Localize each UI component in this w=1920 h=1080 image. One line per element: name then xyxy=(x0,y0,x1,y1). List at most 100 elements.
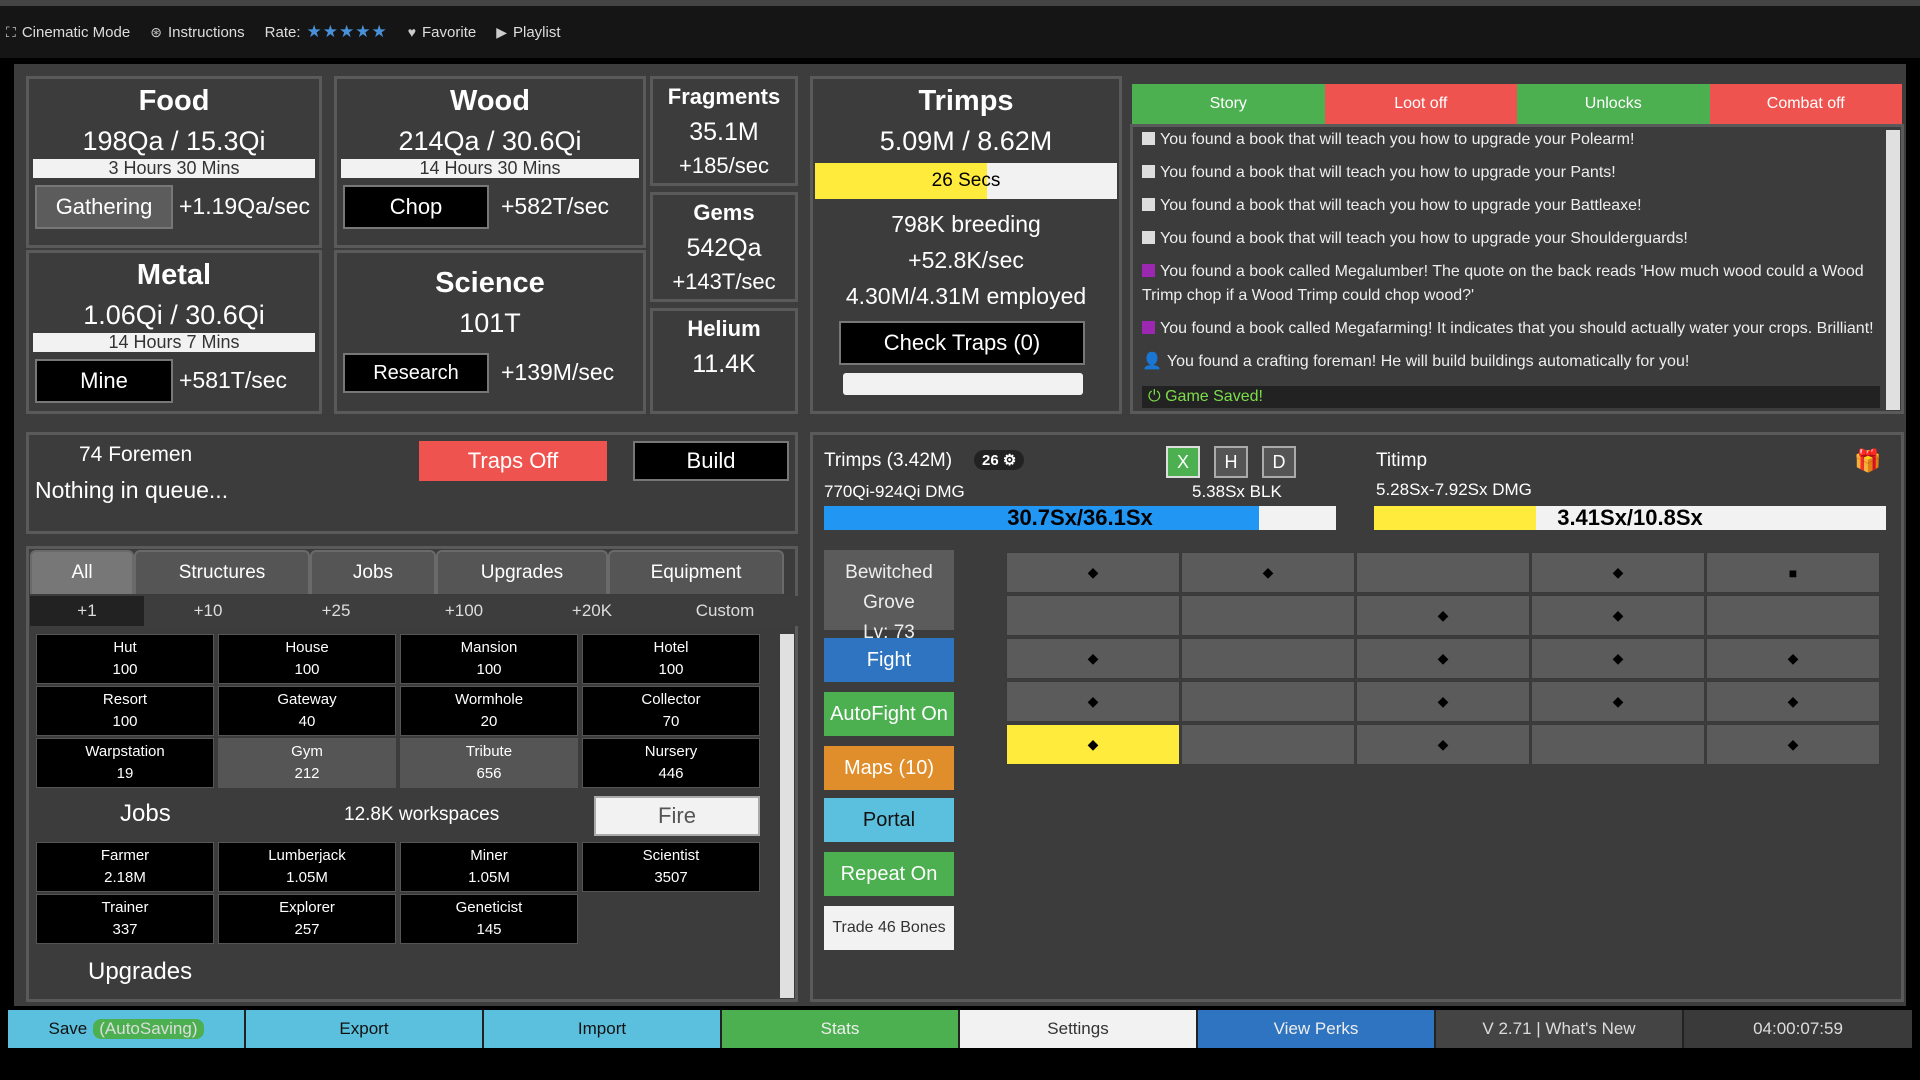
settings-button[interactable]: Settings xyxy=(960,1010,1198,1048)
autofight-button[interactable]: AutoFight On xyxy=(824,692,954,736)
world-cell[interactable]: ◆ xyxy=(1006,681,1180,722)
qty-1[interactable]: +1 xyxy=(30,596,144,626)
world-cell[interactable] xyxy=(1356,552,1530,593)
repeat-button[interactable]: Repeat On xyxy=(824,852,954,896)
building-tribute[interactable]: Tribute 656 xyxy=(400,738,578,788)
world-cell[interactable] xyxy=(1181,595,1355,636)
message-log[interactable]: You found a book that will teach you how… xyxy=(1138,128,1884,410)
rating-stars[interactable]: ★★★★★ xyxy=(307,22,388,42)
job-count: 1.05M xyxy=(468,869,510,886)
tab-all[interactable]: All xyxy=(30,550,134,594)
world-cell[interactable]: ◆ xyxy=(1006,638,1180,679)
world-cell[interactable]: ◆ xyxy=(1006,552,1180,593)
job-explorer[interactable]: Explorer 257 xyxy=(218,894,396,944)
fire-button[interactable]: Fire xyxy=(594,796,760,836)
tab-unlocks[interactable]: Unlocks xyxy=(1517,84,1710,124)
world-cell[interactable]: ◆ xyxy=(1356,595,1530,636)
version-button[interactable]: V 2.71 | What's New xyxy=(1436,1010,1684,1048)
trade-bones-button[interactable]: Trade 46 Bones xyxy=(824,906,954,950)
import-button[interactable]: Import xyxy=(484,1010,722,1048)
tab-upgrades[interactable]: Upgrades xyxy=(436,550,608,594)
job-geneticist[interactable]: Geneticist 145 xyxy=(400,894,578,944)
job-name: Farmer xyxy=(100,847,150,864)
world-cell[interactable]: ◆ xyxy=(1706,724,1880,765)
formation-h-button[interactable]: H xyxy=(1214,446,1248,478)
rate-control[interactable]: Rate: ★★★★★ xyxy=(265,22,388,42)
trap-progress-bar xyxy=(843,373,1083,395)
build-button[interactable]: Build xyxy=(633,441,789,481)
building-mansion[interactable]: Mansion 100 xyxy=(400,634,578,684)
qty-10[interactable]: +10 xyxy=(144,596,272,626)
buy-scrollbar[interactable] xyxy=(780,634,794,998)
world-cell[interactable]: ■ xyxy=(1706,552,1880,593)
instructions-link[interactable]: ⊛ Instructions xyxy=(150,24,244,41)
bottom-bar: Save (AutoSaving) Export Import Stats Set… xyxy=(8,1010,1912,1048)
formation-x-button[interactable]: X xyxy=(1166,446,1200,478)
world-cell[interactable]: ◆ xyxy=(1356,681,1530,722)
log-scrollbar[interactable] xyxy=(1886,130,1900,410)
check-traps-button[interactable]: Check Traps (0) xyxy=(839,321,1085,365)
cinematic-mode-link[interactable]: ⛶ Cinematic Mode xyxy=(6,24,130,41)
science-panel: Science 101T Research +139M/sec xyxy=(334,250,646,414)
world-cell[interactable]: ◆ xyxy=(1356,724,1530,765)
world-cell[interactable] xyxy=(1181,681,1355,722)
world-cell[interactable]: ◆ xyxy=(1531,595,1705,636)
job-farmer[interactable]: Farmer 2.18M xyxy=(36,842,214,892)
building-gym[interactable]: Gym 212 xyxy=(218,738,396,788)
fight-button[interactable]: Fight xyxy=(824,638,954,682)
world-cell[interactable] xyxy=(1181,724,1355,765)
building-collector[interactable]: Collector 70 xyxy=(582,686,760,736)
world-cell[interactable]: ◆ xyxy=(1181,552,1355,593)
qty-20k[interactable]: +20K xyxy=(528,596,656,626)
world-cell[interactable] xyxy=(1006,595,1180,636)
maps-button[interactable]: Maps (10) xyxy=(824,746,954,790)
tab-equipment[interactable]: Equipment xyxy=(608,550,784,594)
formation-d-button[interactable]: D xyxy=(1262,446,1296,478)
mine-button[interactable]: Mine xyxy=(35,359,173,403)
job-scientist[interactable]: Scientist 3507 xyxy=(582,842,760,892)
world-cell[interactable]: ◆ xyxy=(1531,552,1705,593)
building-hotel[interactable]: Hotel 100 xyxy=(582,634,760,684)
chop-button[interactable]: Chop xyxy=(343,185,489,229)
job-trainer[interactable]: Trainer 337 xyxy=(36,894,214,944)
world-cell[interactable] xyxy=(1706,595,1880,636)
export-button[interactable]: Export xyxy=(246,1010,484,1048)
building-gateway[interactable]: Gateway 40 xyxy=(218,686,396,736)
research-button[interactable]: Research xyxy=(343,353,489,393)
tab-structures[interactable]: Structures xyxy=(134,550,310,594)
favorite-link[interactable]: ♥ Favorite xyxy=(408,24,477,41)
building-house[interactable]: House 100 xyxy=(218,634,396,684)
world-cell[interactable]: ◆ xyxy=(1706,638,1880,679)
world-cell[interactable] xyxy=(1531,724,1705,765)
gathering-button[interactable]: Gathering xyxy=(35,185,173,229)
tab-story[interactable]: Story xyxy=(1132,84,1325,124)
world-cell[interactable]: ◆ xyxy=(1356,638,1530,679)
view-perks-button[interactable]: View Perks xyxy=(1198,1010,1436,1048)
traps-toggle-button[interactable]: Traps Off xyxy=(419,441,607,481)
world-cell[interactable]: ◆ xyxy=(1706,681,1880,722)
job-lumberjack[interactable]: Lumberjack 1.05M xyxy=(218,842,396,892)
building-wormhole[interactable]: Wormhole 20 xyxy=(400,686,578,736)
gift-icon[interactable]: 🎁 xyxy=(1854,448,1881,474)
playlist-link[interactable]: ▶ Playlist xyxy=(496,24,560,41)
tab-jobs[interactable]: Jobs xyxy=(310,550,436,594)
world-cell[interactable]: ◆ xyxy=(1531,638,1705,679)
game-saved-notice: ⏻ Game Saved! xyxy=(1142,386,1880,408)
building-hut[interactable]: Hut 100 xyxy=(36,634,214,684)
save-button[interactable]: Save (AutoSaving) xyxy=(8,1010,246,1048)
world-cell[interactable]: ◆ xyxy=(1531,681,1705,722)
portal-button[interactable]: Portal xyxy=(824,798,954,842)
building-warpstation[interactable]: Warpstation 19 xyxy=(36,738,214,788)
qty-100[interactable]: +100 xyxy=(400,596,528,626)
qty-25[interactable]: +25 xyxy=(272,596,400,626)
stats-button[interactable]: Stats xyxy=(722,1010,960,1048)
science-title: Science xyxy=(435,267,545,299)
job-miner[interactable]: Miner 1.05M xyxy=(400,842,578,892)
world-cell[interactable]: ◆ xyxy=(1006,724,1180,765)
tab-loot[interactable]: Loot off xyxy=(1324,84,1517,124)
building-resort[interactable]: Resort 100 xyxy=(36,686,214,736)
qty-custom[interactable]: Custom xyxy=(656,596,794,626)
building-nursery[interactable]: Nursery 446 xyxy=(582,738,760,788)
tab-combat[interactable]: Combat off xyxy=(1709,84,1902,124)
world-cell[interactable] xyxy=(1181,638,1355,679)
